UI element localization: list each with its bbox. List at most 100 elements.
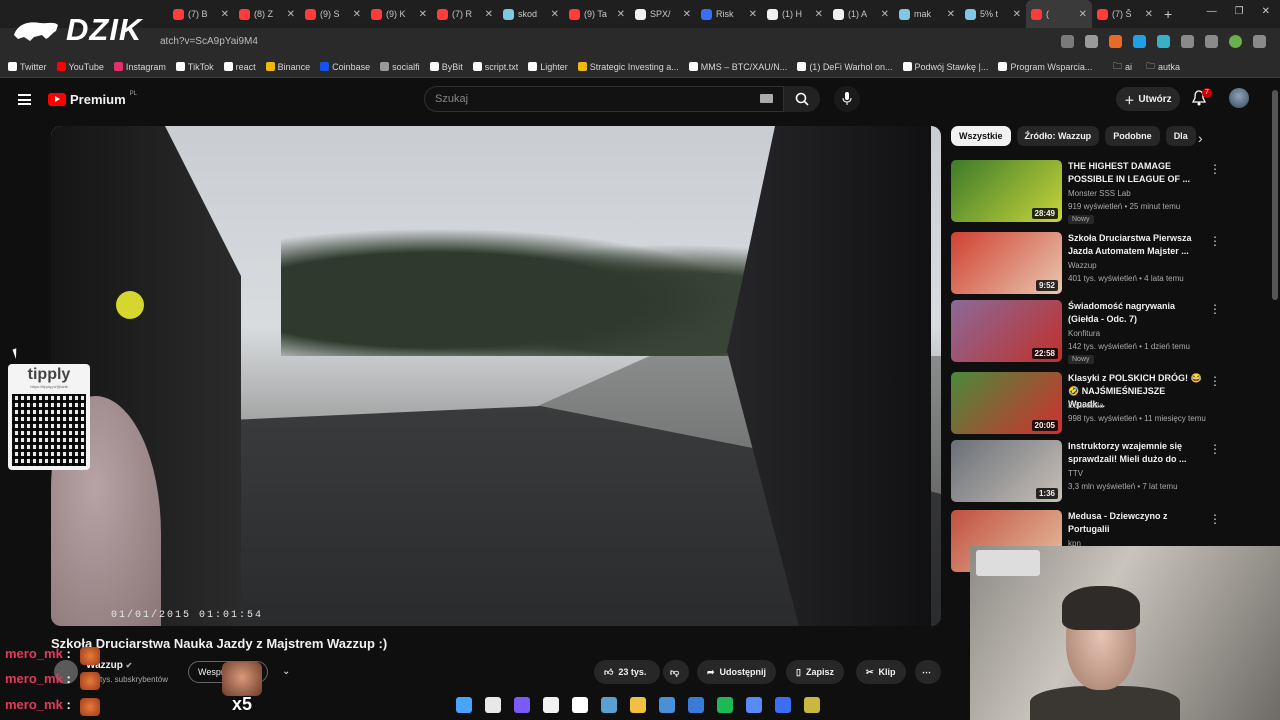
browser-tab[interactable]: 5% t ✕ — [960, 0, 1026, 28]
taskbar-app-icon[interactable] — [572, 697, 588, 713]
tab-close-icon[interactable]: ✕ — [617, 9, 625, 20]
browser-tab[interactable]: Risk ✕ — [696, 0, 762, 28]
browser-tab[interactable]: (1) H ✕ — [762, 0, 828, 28]
related-video-channel[interactable]: EduJazda — [1068, 401, 1104, 410]
browser-tab[interactable]: (9) Ta ✕ — [564, 0, 630, 28]
filter-chip[interactable]: Wszystkie — [951, 126, 1011, 146]
taskbar-app-icon[interactable] — [717, 697, 733, 713]
browser-tab[interactable]: (9) S ✕ — [300, 0, 366, 28]
maximize-icon[interactable]: ❐ — [1235, 6, 1244, 17]
taskbar-app-icon[interactable] — [746, 697, 762, 713]
install-app-icon[interactable] — [1061, 35, 1074, 48]
browser-tab[interactable]: (7) Š ✕ — [1092, 0, 1158, 28]
tab-close-icon[interactable]: ✕ — [881, 9, 889, 20]
browser-tab[interactable]: (9) K ✕ — [366, 0, 432, 28]
bookmark-item[interactable]: react — [223, 62, 256, 72]
chevron-down-icon[interactable]: ⌄ — [282, 666, 290, 677]
browser-tab[interactable]: (✕ — [1026, 0, 1092, 28]
search-button[interactable] — [784, 86, 820, 112]
profile-icon[interactable] — [1229, 35, 1242, 48]
tab-close-icon[interactable]: ✕ — [1145, 9, 1153, 20]
browser-tab[interactable]: skod ✕ — [498, 0, 564, 28]
extension-translate-icon[interactable] — [1157, 35, 1170, 48]
related-video-item[interactable]: 9:52 Szkoła Druciarstwa Pierwsza Jazda Au… — [951, 232, 1251, 296]
video-thumbnail[interactable]: 1:36 — [951, 440, 1062, 502]
tab-close-icon[interactable]: ✕ — [815, 9, 823, 20]
account-avatar[interactable] — [1229, 88, 1249, 108]
dislike-button[interactable]: 👎︎ — [663, 660, 689, 684]
windows-start-icon[interactable] — [456, 697, 472, 713]
video-thumbnail[interactable]: 28:49 — [951, 160, 1062, 222]
tab-close-icon[interactable]: ✕ — [749, 9, 757, 20]
filter-chip[interactable]: Podobne — [1105, 126, 1160, 146]
more-vertical-icon[interactable]: ⋮ — [1209, 162, 1221, 176]
related-video-channel[interactable]: Konfitura — [1068, 329, 1100, 338]
bookmark-item[interactable]: Program Wsparcia... — [998, 62, 1092, 72]
bookmark-item[interactable]: Lighter — [528, 62, 568, 72]
bookmark-item[interactable]: Binance — [265, 62, 310, 72]
related-video-title[interactable]: Świadomość nagrywania (Giełda - Odc. 7) — [1068, 300, 1203, 326]
bookmark-item[interactable]: ByBit — [429, 62, 463, 72]
tab-close-icon[interactable]: ✕ — [419, 9, 427, 20]
clip-button[interactable]: ✂ Klip — [856, 660, 906, 684]
keyboard-icon[interactable] — [760, 94, 773, 103]
video-thumbnail[interactable]: 9:52 — [951, 232, 1062, 294]
filter-chip[interactable]: Dla — [1165, 126, 1196, 146]
video-thumbnail[interactable]: 22:58 — [951, 300, 1062, 362]
tab-close-icon[interactable]: ✕ — [353, 9, 361, 20]
extensions-puzzle-icon[interactable] — [1181, 35, 1194, 48]
more-actions-button[interactable]: ⋯ — [915, 660, 941, 684]
bookmark-item[interactable]: Podwój Stawkę |... — [902, 62, 988, 72]
bookmark-star-icon[interactable] — [1085, 35, 1098, 48]
filter-chip[interactable]: Źródło: Wazzup — [1016, 126, 1100, 146]
extension-blue-icon[interactable] — [1133, 35, 1146, 48]
tab-close-icon[interactable]: ✕ — [221, 9, 229, 20]
tab-close-icon[interactable]: ✕ — [551, 9, 559, 20]
extension-fox-icon[interactable] — [1109, 35, 1122, 48]
bookmark-folder[interactable]: 🗀︎ autka — [1146, 59, 1180, 75]
more-vertical-icon[interactable]: ⋮ — [1209, 442, 1221, 456]
tab-close-icon[interactable]: ✕ — [947, 9, 955, 20]
related-video-channel[interactable]: TTV — [1068, 469, 1083, 478]
bookmark-item[interactable]: Strategic Investing a... — [577, 62, 679, 72]
related-video-item[interactable]: 20:05 Klasyki z POLSKICH DRÓG! 😂 🤣 NAJŚMI… — [951, 372, 1251, 436]
youtube-premium-logo[interactable]: Premium PL — [48, 91, 137, 107]
taskbar-app-icon[interactable] — [659, 697, 675, 713]
minimize-icon[interactable]: — — [1207, 6, 1217, 17]
taskbar-app-icon[interactable] — [485, 697, 501, 713]
related-video-title[interactable]: Instruktorzy wzajemnie się sprawdzali! M… — [1068, 440, 1203, 466]
bookmark-item[interactable]: Coinbase — [320, 62, 370, 72]
browser-tab[interactable]: (7) B ✕ — [168, 0, 234, 28]
bookmark-item[interactable]: TikTok — [175, 62, 214, 72]
video-thumbnail[interactable]: 20:05 — [951, 372, 1062, 434]
more-vertical-icon[interactable]: ⋮ — [1209, 512, 1221, 526]
bookmark-item[interactable]: MMS – BTC/XAU/N... — [688, 62, 787, 72]
tab-close-icon[interactable]: ✕ — [1013, 9, 1021, 20]
bookmark-item[interactable]: (1) DeFi Warhol on... — [797, 62, 893, 72]
browser-tab[interactable]: (1) A ✕ — [828, 0, 894, 28]
taskbar-app-icon[interactable] — [630, 697, 646, 713]
related-video-item[interactable]: 22:58 Świadomość nagrywania (Giełda - Odc… — [951, 300, 1251, 364]
video-player[interactable]: 01/01/2015 01:01:54 — [51, 126, 941, 626]
browser-tab[interactable]: (8) Z ✕ — [234, 0, 300, 28]
related-video-title[interactable]: THE HIGHEST DAMAGE POSSIBLE IN LEAGUE OF… — [1068, 160, 1203, 186]
share-button[interactable]: ➦ Udostępnij — [697, 660, 777, 684]
more-vertical-icon[interactable]: ⋮ — [1209, 234, 1221, 248]
url-field[interactable]: atch?v=ScA9pYai9M4 — [160, 36, 258, 47]
related-video-item[interactable]: 1:36 Instruktorzy wzajemnie się sprawdzal… — [951, 440, 1251, 504]
chevron-right-icon[interactable]: › — [1198, 130, 1203, 146]
bookmark-item[interactable]: YouTube — [56, 62, 104, 72]
voice-search-button[interactable] — [834, 86, 860, 112]
bookmark-item[interactable]: Twitter — [8, 62, 47, 72]
taskbar-app-icon[interactable] — [601, 697, 617, 713]
more-vertical-icon[interactable]: ⋮ — [1209, 302, 1221, 316]
guide-menu-icon[interactable] — [18, 94, 31, 105]
close-window-icon[interactable]: ✕ — [1262, 6, 1270, 17]
tab-close-icon[interactable]: ✕ — [1079, 9, 1087, 20]
create-button[interactable]: ＋ Utwórz — [1116, 87, 1180, 111]
related-video-title[interactable]: Szkoła Druciarstwa Pierwsza Jazda Automa… — [1068, 232, 1203, 258]
like-button[interactable]: 👍︎ 23 tys. — [594, 660, 660, 684]
taskbar-app-icon[interactable] — [804, 697, 820, 713]
page-scrollbar[interactable] — [1272, 90, 1278, 300]
tab-close-icon[interactable]: ✕ — [683, 9, 691, 20]
